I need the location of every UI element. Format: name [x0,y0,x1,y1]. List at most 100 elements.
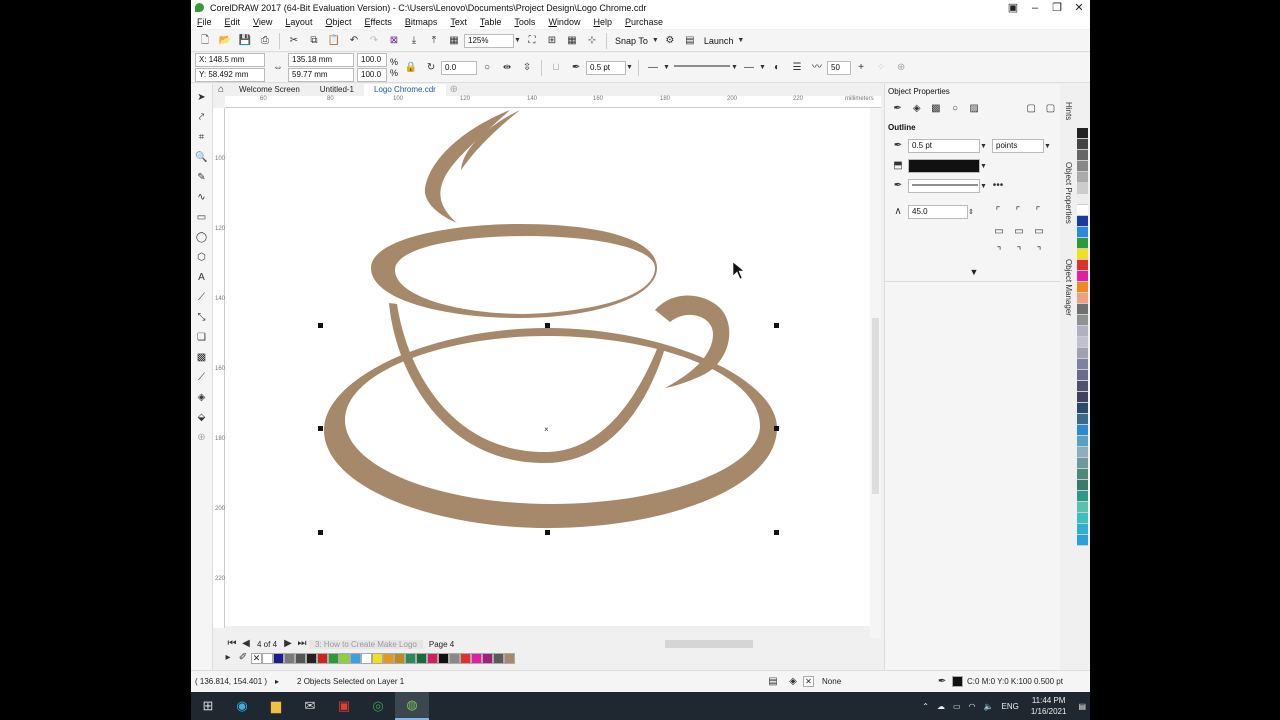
bitmap-tab-icon[interactable]: ▨ [967,101,982,117]
export-icon[interactable]: ⤒ [426,33,442,49]
color-swatch[interactable] [471,652,482,664]
outline-width-chevron-icon[interactable]: ▼ [626,64,634,71]
clock[interactable]: 11:44 PM 1/16/2021 [1031,695,1067,717]
zoom-level-field[interactable]: 125% [464,33,514,48]
quick-customize-icon[interactable]: ⊕ [893,60,909,76]
cup-rim[interactable] [371,224,657,318]
snap-to-button[interactable]: Snap To [615,36,648,46]
docker-unit-select[interactable]: points [992,139,1044,153]
corner-round-icon[interactable]: ⌜ [1010,204,1026,220]
windows-start-icon[interactable]: ⊞ [191,692,225,720]
home-icon[interactable]: ⌂ [215,84,227,96]
save-icon[interactable]: 💾 [237,33,253,49]
color-swatch[interactable] [1077,161,1088,172]
zoom-dropdown-chevron-icon[interactable]: ▼ [514,37,522,44]
reduce-nodes-icon[interactable]: ⁘ [873,60,889,76]
network-icon[interactable]: ▭ [953,702,961,711]
color-swatch[interactable] [1077,150,1088,161]
color-swatch[interactable] [284,652,295,664]
maximize-button[interactable]: ❐ [1046,1,1068,14]
rotation-angle-field[interactable]: 0.0 [441,60,478,75]
color-swatch[interactable] [1077,172,1088,183]
show-rulers-icon[interactable]: ⊞ [544,33,560,49]
mail-icon[interactable]: ✉ [293,692,327,720]
previous-page-icon[interactable]: ◀ [241,639,251,649]
print-icon[interactable]: ⎙ [257,33,273,49]
help-window-icon[interactable]: ▣ [1002,1,1024,14]
color-swatch[interactable] [1077,469,1088,480]
scale-width-field[interactable]: 100.0 [357,53,387,67]
color-swatch[interactable] [306,652,317,664]
publish-pdf-icon[interactable]: ▦ [446,33,462,49]
width-field[interactable]: 135.18 mm [288,53,354,67]
object-properties-tab[interactable]: Object Properties [1064,162,1073,224]
color-swatch[interactable] [295,652,306,664]
vertical-ruler[interactable]: 100 120 140 160 180 200 220 [213,108,225,628]
show-grid-icon[interactable]: ▦ [564,33,580,49]
corner-bevel-icon[interactable]: ⌜ [1030,204,1046,220]
import-icon[interactable]: ⤓ [406,33,422,49]
object-manager-tab[interactable]: Object Manager [1064,259,1073,316]
color-swatch[interactable] [1077,414,1088,425]
coreldraw-taskbar-icon[interactable]: ◍ [395,692,429,720]
color-swatch[interactable] [1077,458,1088,469]
menu-effects[interactable]: Effects [364,17,391,27]
color-proofing-icon[interactable]: ▤ [765,674,781,690]
interactive-fill-tool-icon[interactable]: ◈ [194,390,210,406]
drop-shadow-tool-icon[interactable]: ❏ [194,330,210,346]
color-swatch[interactable] [427,652,438,664]
color-swatch[interactable] [416,652,427,664]
fill-indicator-icon[interactable]: ◈ [785,674,801,690]
docker-unit-chevron-icon[interactable]: ▼ [1044,143,1052,150]
color-swatch[interactable] [1077,403,1088,414]
undo-icon[interactable]: ↶ [346,33,362,49]
y-position-field[interactable]: Y: 58.492 mm [195,68,265,82]
summary-tab-icon[interactable]: ○ [947,101,962,117]
quick-customize-toolbox-icon[interactable]: ⊕ [194,430,210,446]
crop-tool-icon[interactable]: ⌗ [194,130,210,146]
color-swatch[interactable] [1077,260,1088,271]
color-swatch[interactable] [405,652,416,664]
eyedropper-tool-icon[interactable]: ⟋ [194,370,210,386]
cap-extended-icon[interactable]: ▭ [1031,224,1047,240]
no-color-swatch[interactable]: ✕ [251,652,262,664]
more-options-icon[interactable]: ••• [990,178,1006,194]
outline-pen-status-icon[interactable]: ✒ [934,674,950,690]
launch-icon[interactable]: ▤ [682,33,698,49]
cap-round-icon[interactable]: ▭ [1011,224,1027,240]
show-guidelines-icon[interactable]: ⊹ [584,33,600,49]
add-node-icon[interactable]: + [853,60,869,76]
redo-icon[interactable]: ↷ [366,33,382,49]
color-swatch[interactable] [1077,139,1088,150]
lock-ratio-icon[interactable]: 🔒 [403,60,419,76]
launch-chevron-icon[interactable]: ▼ [737,37,745,44]
minimize-button[interactable]: – [1024,2,1046,14]
menu-tools[interactable]: Tools [514,17,535,27]
menu-help[interactable]: Help [593,17,612,27]
color-swatch[interactable] [1077,227,1088,238]
color-swatch[interactable] [1077,370,1088,381]
line-style-selector[interactable] [671,61,731,75]
rotation-center-icon[interactable]: ○ [479,60,495,76]
x-position-field[interactable]: X: 148.5 mm [195,53,265,67]
color-swatch[interactable] [1077,271,1088,282]
color-swatch[interactable] [1077,524,1088,535]
weld-icon[interactable]: ⊔ [548,60,564,76]
outline-tab-icon[interactable]: ✒ [890,101,905,117]
menu-view[interactable]: View [253,17,272,27]
color-swatch[interactable] [328,652,339,664]
shape-tool-icon[interactable]: ⤤ [194,110,210,126]
paste-icon[interactable]: 📋 [326,33,342,49]
open-icon[interactable]: 📂 [217,33,233,49]
color-swatch[interactable] [1077,315,1088,326]
start-arrowhead-chevron-icon[interactable]: ▼ [663,64,671,71]
notifications-icon[interactable]: ▤ [1078,702,1086,711]
chrome-browser-icon[interactable]: ◎ [361,692,395,720]
outline-color-swatch[interactable] [952,676,964,687]
color-swatch[interactable] [339,652,350,664]
close-button[interactable]: ✕ [1068,1,1090,14]
color-swatch[interactable] [1077,513,1088,524]
color-swatch[interactable] [1077,304,1088,315]
end-arrowhead-chevron-icon[interactable]: ▼ [759,64,767,71]
file-explorer-icon[interactable]: ▆ [259,692,293,720]
